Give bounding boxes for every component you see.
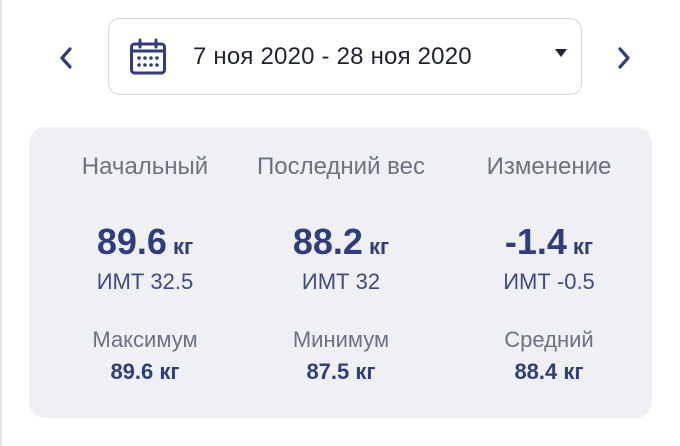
- max-weight-value: 89.6 кг: [110, 359, 180, 384]
- date-range-selector[interactable]: 7 ноя 2020 - 28 ноя 2020: [108, 18, 582, 95]
- start-bmi: ИМТ 32.5: [96, 269, 194, 294]
- min-weight-value: 87.5 кг: [306, 359, 376, 384]
- change-unit: кг: [572, 234, 594, 259]
- average-weight-value: 88.4 кг: [514, 359, 584, 384]
- change-heading: Изменение: [486, 153, 612, 180]
- last-weight-heading: Последний вес: [257, 153, 425, 180]
- last-weight-unit: кг: [368, 234, 390, 259]
- next-period-button[interactable]: [604, 36, 644, 80]
- last-weight-number: 88.2: [292, 221, 363, 262]
- start-weight-heading: Начальный: [81, 153, 209, 180]
- weight-stats-card: Начальный 89.6 кг ИМТ 32.5 Максимум 89.6 …: [29, 127, 652, 418]
- min-weight-heading: Минимум: [292, 327, 390, 352]
- caret-down-icon: [553, 45, 569, 61]
- chevron-left-icon: [60, 47, 72, 69]
- chevron-right-icon: [618, 47, 630, 69]
- left-divider: [0, 0, 2, 446]
- average-weight-heading: Средний: [504, 327, 594, 352]
- calendar-icon: [129, 37, 167, 77]
- start-weight-number: 89.6: [96, 221, 167, 262]
- start-weight-unit: кг: [172, 234, 194, 259]
- last-bmi: ИМТ 32: [301, 269, 381, 294]
- previous-period-button[interactable]: [46, 36, 86, 80]
- last-weight-value: 88.2 кг: [241, 221, 441, 263]
- start-weight-value: 89.6 кг: [45, 221, 245, 263]
- max-weight-heading: Максимум: [92, 327, 198, 352]
- weight-summary-screen: 7 ноя 2020 - 28 ноя 2020 Начальный 89.6 к…: [0, 0, 680, 446]
- change-value: -1.4 кг: [449, 221, 649, 263]
- change-bmi: ИМТ -0.5: [503, 269, 595, 294]
- change-number: -1.4: [504, 221, 567, 262]
- date-range-label: 7 ноя 2020 - 28 ноя 2020: [193, 42, 472, 70]
